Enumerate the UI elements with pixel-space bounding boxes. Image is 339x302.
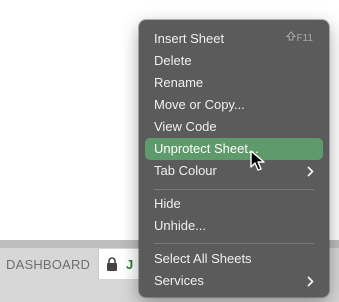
menu-item-label: Unprotect Sheet... [154,141,259,156]
menu-item-move-or-copy[interactable]: Move or Copy... [145,94,323,116]
menu-item-label: View Code [154,119,217,134]
menu-item-services[interactable]: Services [145,270,323,292]
chevron-right-icon [307,160,314,182]
shortcut-insert-sheet: F11 [285,28,314,50]
menu-item-label: Delete [154,53,192,68]
menu-item-label: Select All Sheets [154,251,252,266]
chevron-right-icon [307,270,314,292]
menu-item-label: Services [154,273,204,288]
menu-item-label: Insert Sheet [154,31,225,46]
menu-item-view-code[interactable]: View Code [145,116,323,138]
sheet-tab-dashboard[interactable]: DASHBOARD [6,250,90,278]
menu-item-delete[interactable]: Delete [145,50,323,72]
menu-item-unhide[interactable]: Unhide... [145,215,323,237]
sheet-tab-active-label: J [126,256,134,272]
menu-item-label: Move or Copy... [154,97,245,112]
menu-item-hide[interactable]: Hide [145,193,323,215]
sheet-context-menu: Insert Sheet F11 Delete Rename Move or C… [139,20,329,297]
menu-item-label: Rename [154,75,204,90]
menu-item-tab-colour[interactable]: Tab Colour [145,160,323,182]
menu-item-unprotect-sheet[interactable]: Unprotect Sheet... [145,138,323,160]
menu-separator [154,243,314,244]
shortcut-key: F11 [296,33,314,44]
menu-separator [154,189,314,190]
screen: DASHBOARD J Insert Sheet F11 Delete Rena… [0,0,339,302]
menu-item-rename[interactable]: Rename [145,72,323,94]
sheet-tab-dashboard-label: DASHBOARD [6,256,91,272]
menu-item-insert-sheet[interactable]: Insert Sheet F11 [145,28,323,50]
menu-item-select-all-sheets[interactable]: Select All Sheets [145,248,323,270]
shift-icon [285,28,297,50]
menu-item-label: Tab Colour [154,163,217,178]
menu-item-label: Unhide... [154,218,207,233]
menu-item-label: Hide [154,196,181,211]
lock-icon [106,257,118,271]
